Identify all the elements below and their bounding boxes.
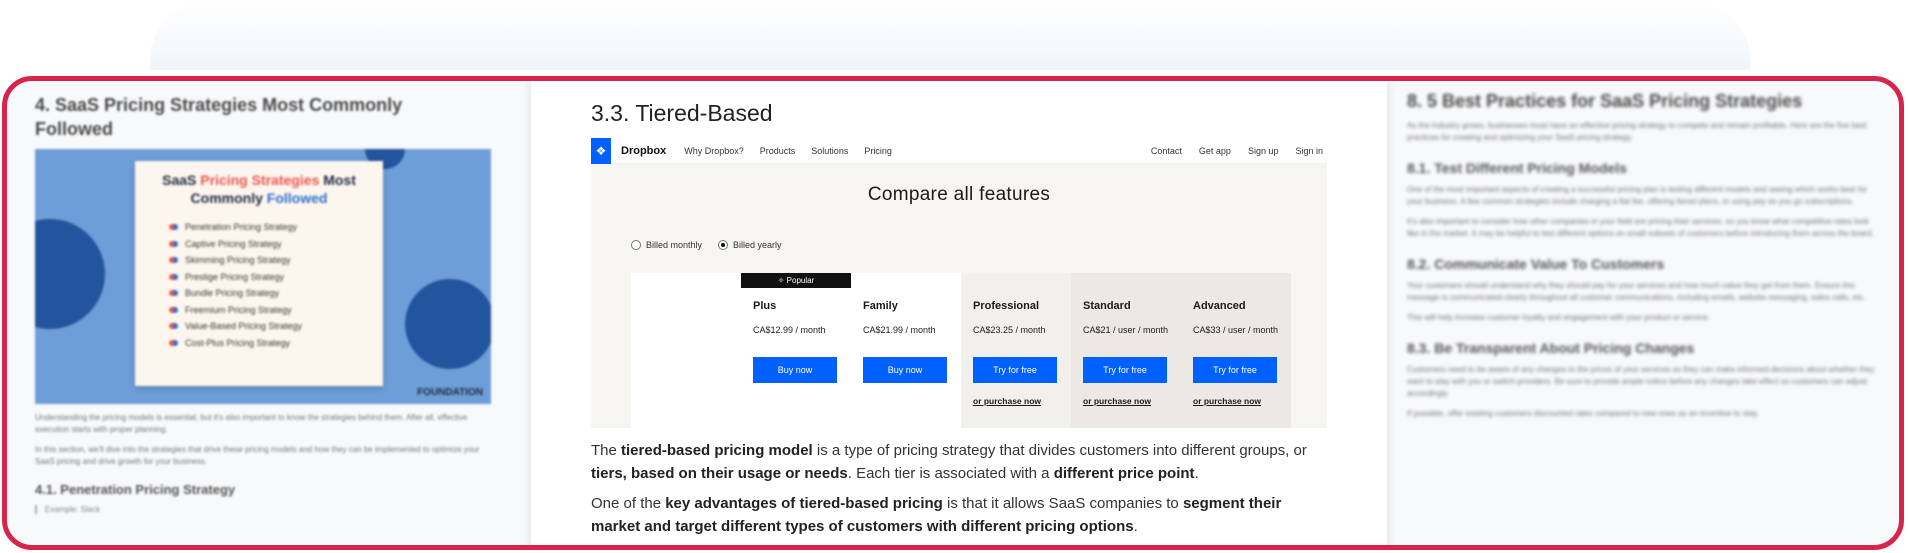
plan-name: Advanced (1193, 300, 1246, 312)
hero-card-title: SaaS Pricing Strategies Most Commonly Fo… (162, 172, 356, 206)
list-item: Freemium Pricing Strategy (169, 302, 371, 319)
body-paragraph: The tiered-based pricing model is a type… (591, 442, 1307, 482)
right-paragraph: If possible, offer existing customers di… (1407, 409, 1759, 418)
nav-contact[interactable]: Contact (1151, 146, 1182, 156)
center-section-title: 3.3. Tiered-Based (591, 100, 773, 126)
nav-why-dropbox[interactable]: Why Dropbox? (684, 146, 744, 156)
nav-sign-in[interactable]: Sign in (1295, 146, 1323, 156)
right-paragraph: It's also important to consider how othe… (1407, 217, 1874, 238)
billing-toggle: Billed monthly Billed yearly (631, 240, 782, 250)
billed-yearly-label: Billed yearly (733, 240, 782, 250)
highlight-frame: 4. SaaS Pricing Strategies Most Commonly… (2, 76, 1904, 550)
plan-standard: Standard CA$21 / user / month Try for fr… (1071, 273, 1181, 428)
plan-price: CA$21 / user / month (1083, 325, 1169, 335)
plan-price: CA$33 / user / month (1193, 325, 1279, 335)
hero-strategy-list: Penetration Pricing Strategy Captive Pri… (147, 219, 371, 351)
plan-name: Standard (1083, 300, 1131, 312)
list-item: Value-Based Pricing Strategy (169, 318, 371, 335)
billed-monthly-radio[interactable] (631, 240, 641, 250)
right-paragraph: This will help increase customer loyalty… (1407, 313, 1710, 322)
buy-now-button[interactable]: Buy now (753, 357, 837, 383)
purchase-now-link[interactable]: or purchase now (1083, 396, 1169, 406)
nav-products[interactable]: Products (760, 146, 796, 156)
compare-heading: Compare all features (867, 184, 1051, 205)
list-item: Bundle Pricing Strategy (169, 285, 371, 302)
right-paragraph: As the industry grows, businesses must h… (1407, 121, 1867, 142)
dropbox-logo-icon[interactable]: ❖ (591, 137, 611, 164)
center-article-card: 3.3. Tiered-Based ❖ Dropbox Why Dropbox?… (531, 81, 1387, 545)
left-paragraph: In this section, we'll dive into the str… (35, 445, 480, 466)
billed-yearly-radio[interactable] (718, 240, 729, 250)
plan-price: CA$21.99 / month (863, 325, 936, 335)
list-item: Prestige Pricing Strategy (169, 269, 371, 286)
plan-name: Professional (973, 300, 1040, 312)
purchase-now-link[interactable]: or purchase now (973, 396, 1059, 406)
billed-monthly-label: Billed monthly (646, 240, 703, 250)
plan-price: CA$23.25 / month (973, 325, 1046, 335)
buy-now-button[interactable]: Buy now (863, 357, 947, 383)
dropbox-navbar: ❖ Dropbox Why Dropbox? Products Solution… (591, 137, 1327, 164)
plan-professional: Professional CA$23.25 / month Try for fr… (961, 273, 1071, 428)
right-subheading: 8.3. Be Transparent About Pricing Change… (1407, 340, 1695, 356)
left-sub-label: Example: Slack (35, 505, 505, 514)
nav-sign-up[interactable]: Sign up (1248, 146, 1279, 156)
plan-name: Plus (753, 300, 777, 312)
body-paragraph: One of the key advantages of tiered-base… (591, 495, 1282, 535)
left-section-title: 4. SaaS Pricing Strategies Most Commonly… (35, 95, 403, 139)
right-paragraph: One of the most important aspects of cre… (1407, 185, 1868, 206)
popular-badge: ✧ Popular (741, 273, 851, 288)
dropbox-pricing-screenshot: ❖ Dropbox Why Dropbox? Products Solution… (591, 137, 1327, 428)
left-subheading: 4.1. Penetration Pricing Strategy (35, 482, 236, 497)
right-paragraph: Your customers should understand why the… (1407, 281, 1866, 302)
left-paragraph: Understanding the pricing models is esse… (35, 413, 468, 434)
try-free-button[interactable]: Try for free (1083, 357, 1167, 383)
nav-get-app[interactable]: Get app (1199, 146, 1231, 156)
plan-name: Family (863, 300, 898, 312)
list-item: Skimming Pricing Strategy (169, 252, 371, 269)
hero-card: SaaS Pricing Strategies Most Commonly Fo… (135, 161, 383, 386)
nav-solutions[interactable]: Solutions (811, 146, 848, 156)
plan-family: Family CA$21.99 / month Buy now (851, 273, 961, 428)
right-paragraph: Customers need to be aware of any change… (1407, 365, 1875, 398)
foundation-logo: FOUNDATION (417, 387, 483, 398)
list-item: Captive Pricing Strategy (169, 236, 371, 253)
right-article-column: 8. 5 Best Practices for SaaS Pricing Str… (1407, 91, 1877, 420)
try-free-button[interactable]: Try for free (1193, 357, 1277, 383)
left-article-column: 4. SaaS Pricing Strategies Most Commonly… (35, 93, 505, 514)
dropbox-brand[interactable]: Dropbox (621, 145, 666, 157)
strategies-hero-image: SaaS Pricing Strategies Most Commonly Fo… (35, 149, 491, 404)
plan-plus: ✧ Popular Plus CA$12.99 / month Buy now (741, 273, 851, 428)
list-item: Penetration Pricing Strategy (169, 219, 371, 236)
right-subheading: 8.2. Communicate Value To Customers (1407, 256, 1665, 272)
plan-price: CA$12.99 / month (753, 325, 826, 335)
plan-advanced: Advanced CA$33 / user / month Try for fr… (1181, 273, 1291, 428)
purchase-now-link[interactable]: or purchase now (1193, 396, 1279, 406)
background-glow (150, 0, 1750, 70)
right-section-title: 8. 5 Best Practices for SaaS Pricing Str… (1407, 91, 1803, 111)
plans-row: ✧ Popular Plus CA$12.99 / month Buy now … (631, 273, 1291, 428)
list-item: Cost-Plus Pricing Strategy (169, 335, 371, 352)
nav-pricing[interactable]: Pricing (864, 146, 892, 156)
try-free-button[interactable]: Try for free (973, 357, 1057, 383)
right-subheading: 8.1. Test Different Pricing Models (1407, 160, 1627, 176)
